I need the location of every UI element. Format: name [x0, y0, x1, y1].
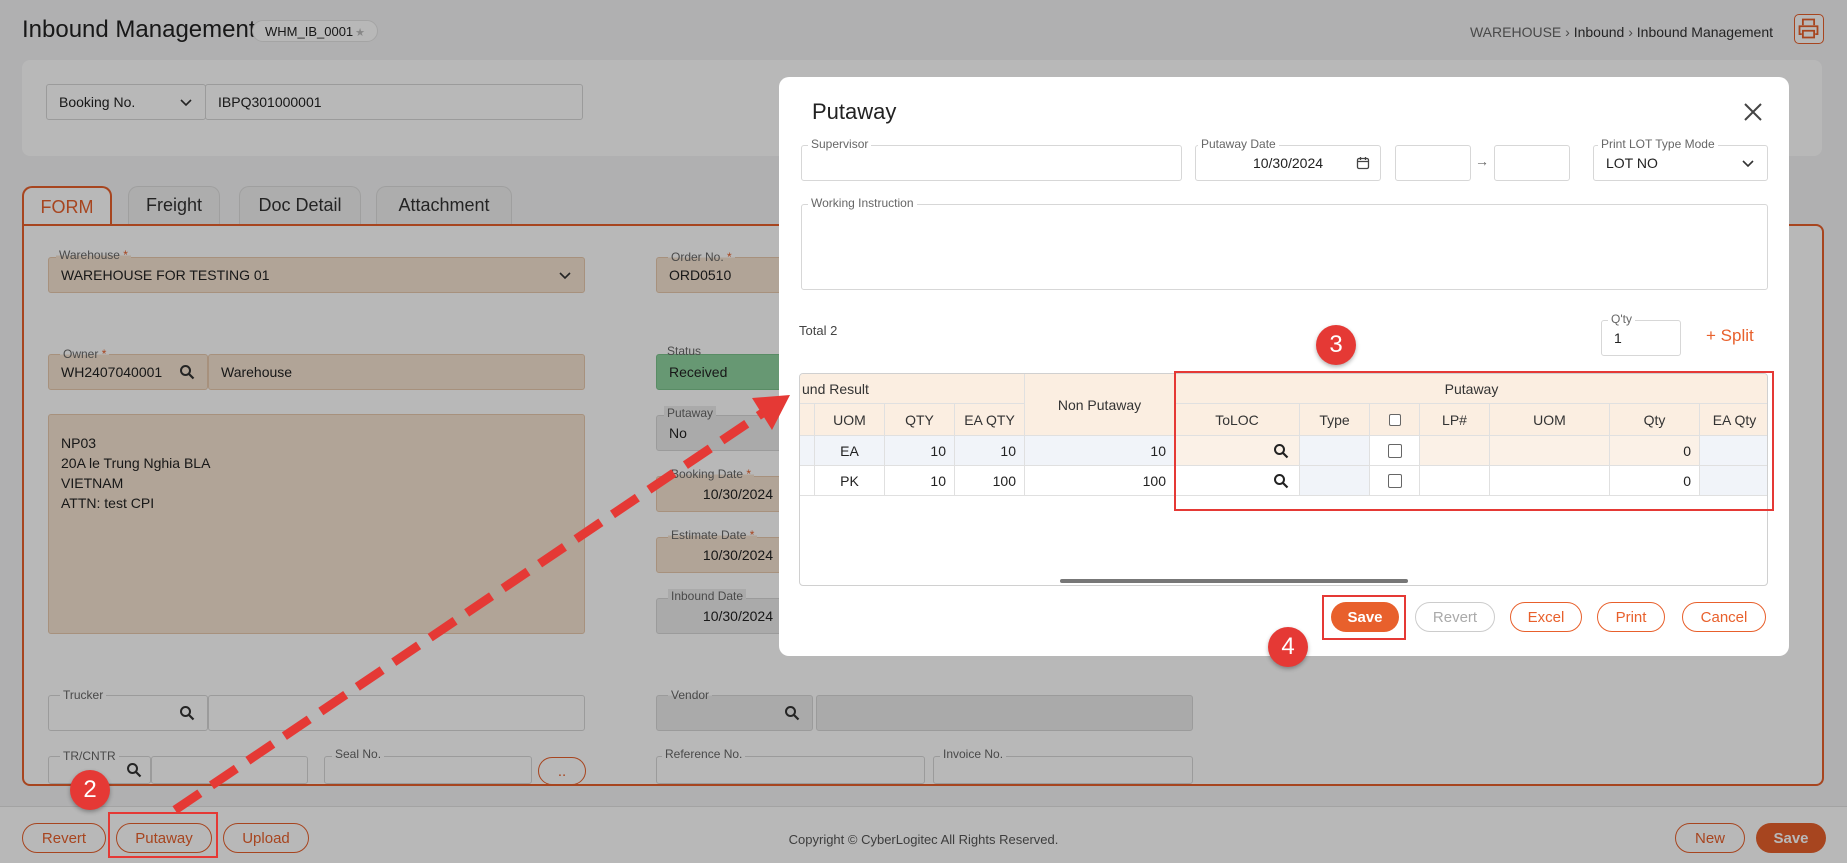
highlight-save-button — [1322, 595, 1406, 640]
step-badge-3: 3 — [1316, 325, 1356, 365]
highlight-putaway-columns — [1174, 371, 1774, 511]
step-badge-2: 2 — [70, 770, 110, 810]
highlight-putaway-button — [108, 812, 218, 858]
step-badge-4: 4 — [1268, 627, 1308, 667]
